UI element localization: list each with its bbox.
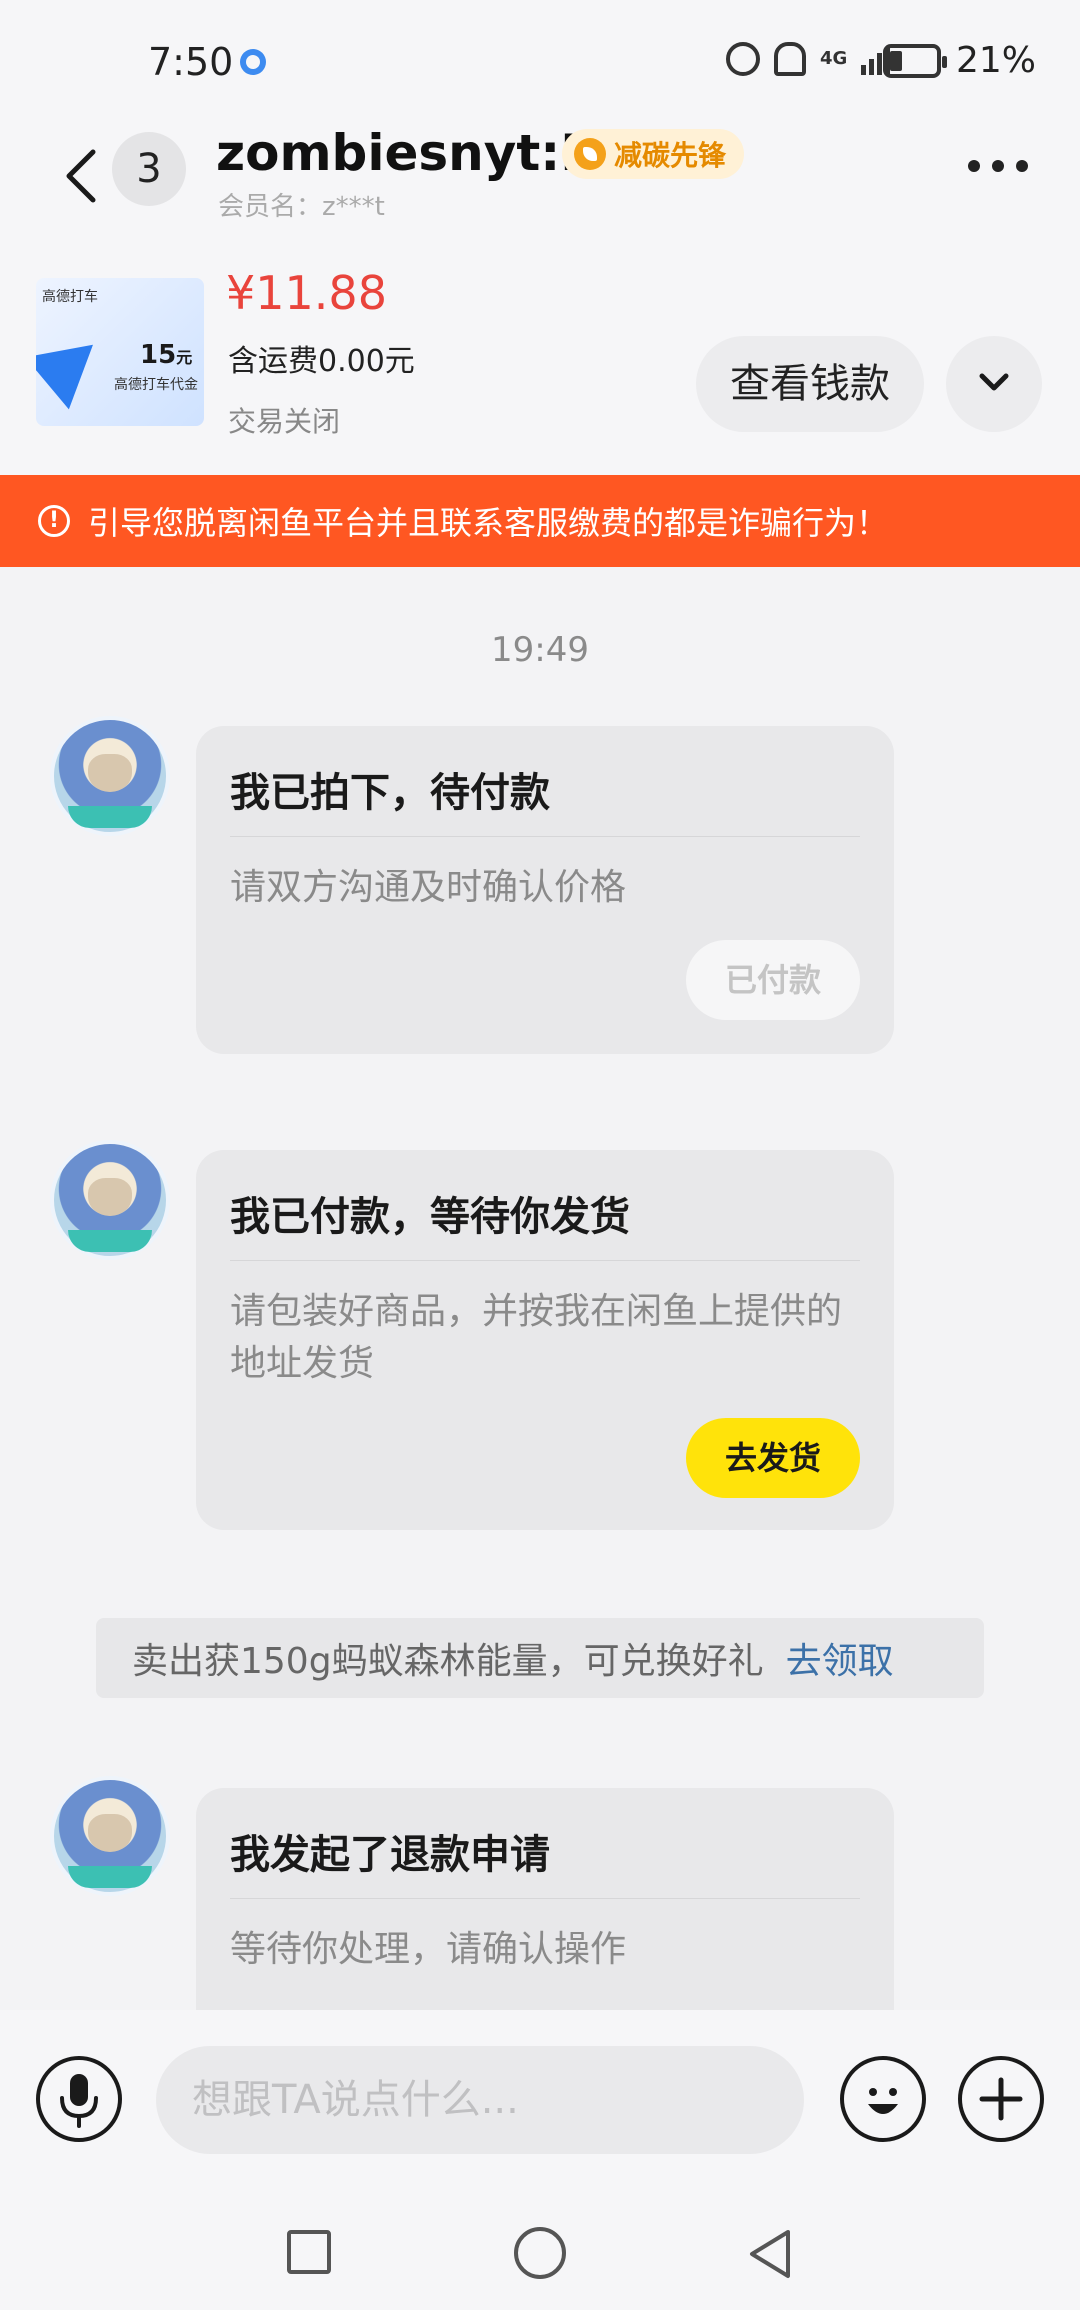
reward-banner: 卖出获150g蚂蚁森林能量，可兑换好礼 去领取 (96, 1618, 984, 1698)
recent-apps-icon[interactable] (287, 2230, 331, 2274)
message-body: 请包装好商品，并按我在闲鱼上提供的地址发货 (230, 1291, 843, 1384)
thumb-value: 15元 (140, 340, 193, 370)
message-card: 我已拍下，待付款 请双方沟通及时确认价格 已付款 (196, 726, 894, 1054)
mute-icon (774, 42, 806, 76)
reward-text: 卖出获150g蚂蚁森林能量，可兑换好礼 (132, 1641, 764, 1682)
chat-header: 3 zombiesnyt:D 减碳先锋 会员名：z***t (0, 120, 1080, 230)
thumb-brand: 高德打车 (42, 289, 98, 305)
chat-partner-name: zombiesnyt:D (216, 124, 602, 182)
paper-plane-icon (36, 318, 115, 410)
thumb-label: 高德打车代金 (114, 377, 198, 393)
expand-button[interactable] (946, 336, 1042, 432)
microphone-icon (60, 2074, 98, 2128)
avatar[interactable] (50, 1776, 170, 1896)
status-bar: 7:50 4G 21% (0, 0, 1080, 120)
message-title: 我已付款，等待你发货 (230, 1194, 630, 1240)
view-payment-button[interactable]: 查看钱款 (696, 336, 924, 432)
home-icon[interactable] (514, 2227, 566, 2279)
status-time: 7:50 (148, 40, 234, 84)
avatar[interactable] (50, 1140, 170, 1260)
warning-text: 引导您脱离闲鱼平台并且联系客服缴费的都是诈骗行为！ (88, 504, 889, 542)
system-nav-bar (0, 2190, 1080, 2310)
product-price: ¥11.88 (226, 266, 387, 320)
message-card: 我发起了退款申请 等待你处理，请确认操作 (196, 1788, 894, 2010)
message-body: 等待你处理，请确认操作 (230, 1929, 627, 1970)
nav-back-icon[interactable] (744, 2226, 794, 2282)
chat-timestamp: 19:49 (491, 630, 589, 670)
location-icon (240, 49, 266, 75)
message-input[interactable] (156, 2046, 804, 2154)
emoji-icon (868, 2088, 898, 2114)
message-title: 我发起了退款申请 (230, 1832, 550, 1878)
plus-icon (979, 2077, 1023, 2121)
eco-badge-label: 减碳先锋 (614, 139, 727, 172)
product-card: 高德打车 15元 高德打车代金 ¥11.88 含运费0.00元 交易关闭 查看钱… (0, 230, 1080, 475)
status-icons: 4G (726, 42, 891, 76)
unread-count-badge[interactable]: 3 (112, 132, 186, 206)
warning-icon: ! (38, 505, 70, 537)
member-name: 会员名：z***t (218, 192, 385, 222)
network-type-icon: 4G (820, 48, 848, 69)
divider (230, 1898, 860, 1899)
message-title: 我已拍下，待付款 (230, 770, 550, 816)
alarm-icon (726, 42, 760, 76)
message-card: 我已付款，等待你发货 请包装好商品，并按我在闲鱼上提供的地址发货 去发货 (196, 1150, 894, 1530)
more-icon[interactable] (968, 160, 1028, 172)
shipping-fee: 含运费0.00元 (228, 344, 415, 379)
divider (230, 836, 860, 837)
deal-status: 交易关闭 (228, 405, 341, 438)
eco-badge[interactable]: 减碳先锋 (562, 129, 745, 179)
leaf-icon (574, 138, 606, 170)
message-body: 请双方沟通及时确认价格 (230, 867, 627, 908)
more-actions-button[interactable] (958, 2056, 1044, 2142)
emoji-button[interactable] (840, 2056, 926, 2142)
claim-reward-link[interactable]: 去领取 (786, 1632, 894, 1684)
back-icon[interactable] (55, 144, 115, 204)
chevron-down-icon (979, 373, 1009, 391)
input-bar (0, 2010, 1080, 2190)
battery-icon (883, 44, 947, 78)
battery-percent: 21% (956, 40, 1037, 81)
product-thumbnail[interactable]: 高德打车 15元 高德打车代金 (36, 278, 204, 426)
fraud-warning-banner: ! 引导您脱离闲鱼平台并且联系客服缴费的都是诈骗行为！ (0, 475, 1080, 567)
divider (230, 1260, 860, 1261)
ship-button[interactable]: 去发货 (686, 1418, 860, 1498)
paid-button[interactable]: 已付款 (686, 940, 860, 1020)
voice-button[interactable] (36, 2056, 122, 2142)
avatar[interactable] (50, 716, 170, 836)
